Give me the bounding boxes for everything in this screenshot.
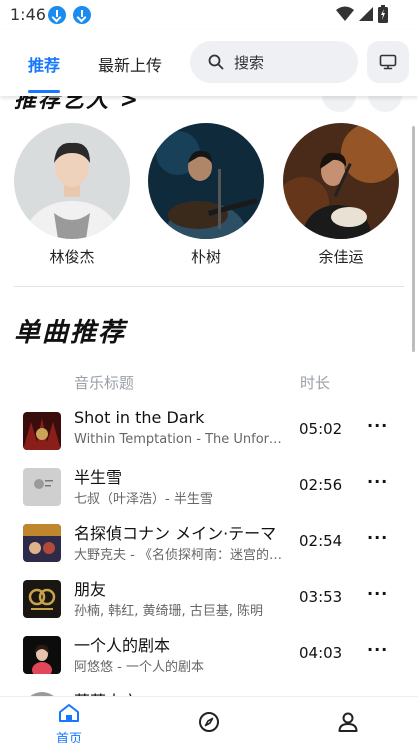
tab-recommend[interactable]: 推荐	[28, 52, 60, 76]
nav-explore[interactable]	[179, 703, 239, 737]
song-title: 名探偵コナン メイン·テーマ	[74, 524, 277, 543]
song-cover	[23, 580, 61, 618]
scrollbar[interactable]	[412, 126, 415, 352]
main-content[interactable]: 推荐艺人 > 林俊杰 朴树 余佳运 单曲推荐 音乐标题 时长 Shot in t…	[0, 96, 418, 696]
signal-icon	[359, 7, 373, 21]
song-cover	[23, 524, 61, 562]
artist-prev-button[interactable]	[322, 96, 356, 112]
song-title: 一个人的剧本	[74, 636, 171, 655]
artist-name: 余佳运	[318, 248, 364, 266]
artist-avatar	[148, 123, 264, 239]
download-icon	[73, 6, 91, 24]
artist-next-button[interactable]	[368, 96, 402, 112]
section-divider	[14, 286, 404, 287]
status-time: 1:46	[10, 5, 46, 24]
active-tab-indicator	[28, 90, 60, 93]
home-icon	[59, 704, 79, 722]
song-artist-album: 阿悠悠 - 一个人的剧本	[74, 660, 204, 675]
column-header-duration: 时长	[300, 374, 331, 392]
artist-section-heading[interactable]: 推荐艺人 >	[14, 96, 140, 114]
column-header-title: 音乐标题	[74, 374, 135, 392]
artist-name: 朴树	[190, 248, 221, 266]
artist-card[interactable]: 余佳运	[282, 123, 400, 267]
song-duration: 02:56	[299, 476, 343, 494]
song-title: 半生雪	[74, 468, 123, 487]
battery-icon	[378, 5, 388, 23]
song-cover	[23, 468, 61, 506]
tv-button[interactable]	[367, 41, 409, 83]
song-artist-album: Within Temptation - The Unforgiving	[74, 432, 286, 447]
top-header: 推荐 最新上传 搜索	[0, 30, 418, 96]
song-row[interactable]: 半生雪 七叔（叶泽浩）- 半生雪 02:56 ···	[0, 460, 418, 516]
download-icon	[48, 6, 66, 24]
artist-card[interactable]: 林俊杰	[13, 123, 131, 267]
song-artist-album: 大野克夫 - 《名侦探柯南：迷宫的十字路》	[74, 548, 286, 563]
more-options-button[interactable]: ···	[367, 416, 388, 435]
more-options-button[interactable]: ···	[367, 584, 388, 603]
song-duration: 02:54	[299, 532, 343, 550]
artist-avatar	[14, 123, 130, 239]
song-duration: 03:53	[299, 588, 343, 606]
more-options-button[interactable]: ···	[367, 528, 388, 547]
compass-icon	[199, 712, 219, 732]
song-title: 落落大方	[74, 688, 286, 696]
song-row[interactable]: Shot in the Dark Within Temptation - The…	[0, 404, 418, 460]
user-icon	[338, 712, 358, 732]
artist-card[interactable]: 朴树	[147, 123, 265, 267]
artist-name: 林俊杰	[49, 248, 95, 266]
more-options-button[interactable]: ···	[367, 640, 388, 659]
search-icon	[208, 54, 224, 70]
artist-avatar	[283, 123, 399, 239]
song-cover	[23, 412, 61, 450]
system-icons	[336, 5, 388, 23]
status-bar: 1:46	[0, 0, 418, 30]
song-artist-album: 七叔（叶泽浩）- 半生雪	[74, 492, 213, 507]
song-row[interactable]: 一个人的剧本 阿悠悠 - 一个人的剧本 04:03 ···	[0, 628, 418, 684]
song-duration: 05:02	[299, 420, 343, 438]
song-row[interactable]: 朋友 孙楠, 韩红, 黄绮珊, 古巨基, 陈明 03:53 ···	[0, 572, 418, 628]
search-bar[interactable]: 搜索	[190, 41, 358, 83]
song-row[interactable]: 落落大方	[0, 684, 418, 696]
song-title: Shot in the Dark	[74, 408, 205, 427]
song-cover	[23, 636, 61, 674]
song-title: 朋友	[74, 580, 107, 599]
bottom-navigation: 首页	[0, 696, 418, 743]
songs-section-heading: 单曲推荐	[14, 318, 127, 348]
song-artist-album: 孙楠, 韩红, 黄绮珊, 古巨基, 陈明	[74, 604, 264, 619]
wifi-icon	[336, 6, 354, 21]
nav-home-label: 首页	[55, 732, 82, 743]
song-row[interactable]: 名探偵コナン メイン·テーマ 大野克夫 - 《名侦探柯南：迷宫的十字路》 02:…	[0, 516, 418, 572]
more-options-button[interactable]: ···	[367, 472, 388, 491]
search-label: 搜索	[234, 53, 265, 72]
song-duration: 04:03	[299, 644, 343, 662]
monitor-icon	[379, 54, 397, 70]
nav-profile[interactable]	[318, 703, 378, 737]
nav-home[interactable]: 首页	[39, 703, 99, 743]
tab-latest-upload[interactable]: 最新上传	[98, 52, 162, 76]
